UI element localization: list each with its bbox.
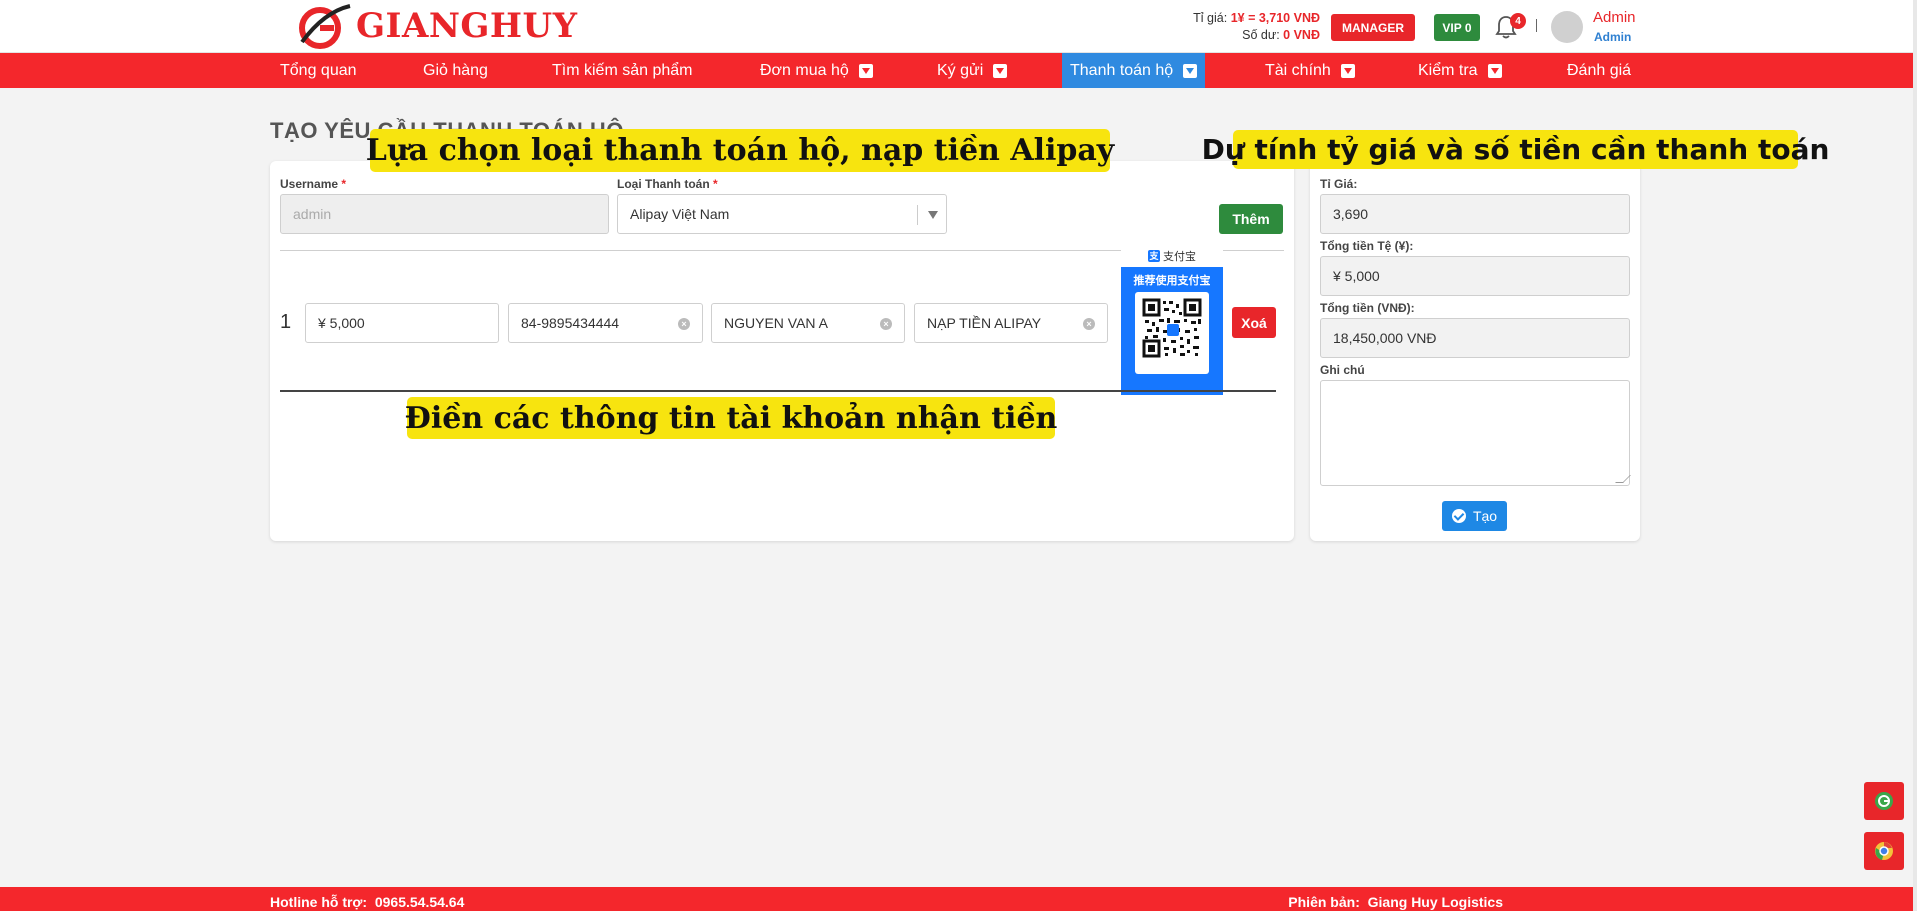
annotation-payment-type: Lựa chọn loại thanh toán hộ, nạp tiền Al… bbox=[366, 129, 1114, 172]
nav-label: Thanh toán hộ bbox=[1070, 61, 1174, 79]
alipay-brand: 支付宝 bbox=[1163, 251, 1196, 263]
version-label: Phiên bản: bbox=[1288, 894, 1360, 910]
logo-icon bbox=[299, 4, 351, 49]
float-browser-button[interactable] bbox=[1864, 832, 1904, 870]
nav-label: Kiểm tra bbox=[1418, 61, 1478, 79]
caret-down-icon bbox=[1340, 63, 1355, 78]
top-bar: GIANGHUY Tỉ giá: 1¥ = 3,710 VNĐ Số dư: 0… bbox=[0, 0, 1917, 53]
main-nav: Tổng quan Giỏ hàng Tìm kiếm sản phẩm Đơn… bbox=[0, 53, 1917, 88]
create-button-label: Tạo bbox=[1472, 508, 1498, 524]
rate-label: Tỉ Giá: bbox=[1320, 177, 1358, 191]
version: Phiên bản: Giang Huy Logistics bbox=[1288, 894, 1503, 910]
caret-down-icon bbox=[858, 63, 873, 78]
note-textarea[interactable] bbox=[1320, 380, 1631, 486]
add-row-button[interactable]: Thêm bbox=[1219, 204, 1283, 234]
chevron-down-icon bbox=[928, 211, 938, 219]
rate-value: 1¥ = 3,710 VNĐ bbox=[1230, 11, 1320, 25]
total-cny-label: Tổng tiền Tệ (¥): bbox=[1320, 239, 1414, 253]
delete-row-button[interactable]: Xoá bbox=[1232, 307, 1276, 338]
avatar[interactable] bbox=[1551, 11, 1583, 43]
nav-label: Tìm kiếm sản phẩm bbox=[552, 61, 693, 79]
alipay-header: 支 支付宝 bbox=[1121, 245, 1223, 267]
user-role: Admin bbox=[1594, 30, 1632, 44]
clear-icon[interactable]: × bbox=[678, 318, 690, 330]
nav-item-check[interactable]: Kiểm tra bbox=[1410, 53, 1510, 88]
nav-label: Ký gửi bbox=[937, 61, 984, 79]
row-divider bbox=[280, 390, 1276, 392]
nav-item-payment[interactable]: Thanh toán hộ bbox=[1062, 53, 1206, 88]
logo-text: GIANGHUY bbox=[356, 6, 578, 46]
nav-item-overview[interactable]: Tổng quan bbox=[272, 53, 365, 88]
scrollbar[interactable] bbox=[1913, 0, 1917, 911]
annotation-estimate: Dự tính tỷ giá và số tiền cần thanh toán bbox=[1202, 130, 1829, 169]
hotline-label: Hotline hỗ trợ: bbox=[270, 894, 368, 910]
annotation-account-info: Điền các thông tin tài khoản nhận tiền bbox=[405, 397, 1057, 439]
logo-icon bbox=[1875, 792, 1893, 810]
rate-field[interactable]: 3,690 bbox=[1320, 194, 1630, 234]
divider bbox=[1536, 19, 1537, 32]
total-vnd-label: Tổng tiền (VNĐ): bbox=[1320, 301, 1415, 315]
payment-type-value: Alipay Việt Nam bbox=[630, 206, 730, 222]
nav-item-consignment[interactable]: Ký gửi bbox=[929, 53, 1015, 88]
caret-down-icon bbox=[1487, 63, 1502, 78]
clear-icon[interactable]: × bbox=[1083, 318, 1095, 330]
footer: Hotline hỗ trợ: 0965.54.54.64 Phiên bản:… bbox=[0, 887, 1917, 911]
account-number-value: 84-9895434444 bbox=[521, 315, 620, 331]
payment-type-label: Loại Thanh toán * bbox=[617, 177, 718, 191]
caret-down-icon bbox=[993, 63, 1008, 78]
nav-label: Giỏ hàng bbox=[423, 61, 488, 79]
payment-type-select[interactable]: Alipay Việt Nam bbox=[617, 194, 947, 234]
nav-label: Đơn mua hộ bbox=[760, 61, 849, 79]
nav-label: Đánh giá bbox=[1567, 61, 1632, 79]
total-cny-field[interactable]: ¥ 5,000 bbox=[1320, 256, 1630, 296]
nav-item-review[interactable]: Đánh giá bbox=[1559, 53, 1639, 88]
notification-count: 4 bbox=[1510, 13, 1526, 29]
nav-item-orders[interactable]: Đơn mua hộ bbox=[752, 53, 881, 88]
note-label: Ghi chú bbox=[1320, 363, 1365, 377]
alipay-qr-card[interactable]: 推荐使用支付宝 bbox=[1121, 267, 1223, 395]
username-label: Username * bbox=[280, 177, 347, 191]
resize-handle[interactable] bbox=[1615, 475, 1631, 483]
version-value: Giang Huy Logistics bbox=[1367, 894, 1503, 910]
hotline-number[interactable]: 0965.54.54.64 bbox=[375, 894, 465, 910]
float-logo-button[interactable] bbox=[1864, 782, 1904, 820]
vip-badge[interactable]: VIP 0 bbox=[1434, 14, 1480, 41]
qr-code-icon bbox=[1135, 292, 1209, 374]
username-field[interactable]: admin bbox=[280, 194, 609, 234]
account-name-value: NGUYEN VAN A bbox=[724, 315, 828, 331]
select-divider bbox=[917, 205, 918, 225]
create-button[interactable]: Tạo bbox=[1442, 501, 1507, 531]
rate-label: Tỉ giá: bbox=[1193, 11, 1228, 25]
row-index: 1 bbox=[280, 311, 292, 333]
balance-value: 0 VNĐ bbox=[1283, 28, 1320, 42]
balance-label: Số dư: bbox=[1242, 28, 1280, 42]
transfer-note-value: NẠP TIỀN ALIPAY bbox=[927, 315, 1042, 331]
hotline: Hotline hỗ trợ: 0965.54.54.64 bbox=[270, 894, 464, 910]
transfer-note-input[interactable]: NẠP TIỀN ALIPAY × bbox=[914, 303, 1108, 343]
account-name-input[interactable]: NGUYEN VAN A × bbox=[711, 303, 905, 343]
rate-info: Tỉ giá: 1¥ = 3,710 VNĐ Số dư: 0 VNĐ bbox=[1100, 10, 1320, 44]
site-logo[interactable]: GIANGHUY bbox=[294, 2, 577, 50]
nav-label: Tài chính bbox=[1265, 61, 1331, 79]
nav-item-search[interactable]: Tìm kiếm sản phẩm bbox=[544, 53, 700, 88]
check-circle-icon bbox=[1451, 509, 1466, 523]
user-name[interactable]: Admin bbox=[1593, 9, 1636, 26]
nav-label: Tổng quan bbox=[280, 61, 357, 79]
manager-button[interactable]: MANAGER bbox=[1331, 14, 1415, 41]
clear-icon[interactable]: × bbox=[880, 318, 892, 330]
total-vnd-field[interactable]: 18,450,000 VNĐ bbox=[1320, 318, 1630, 358]
alipay-icon: 支 bbox=[1148, 250, 1160, 262]
chrome-icon bbox=[1875, 842, 1893, 860]
nav-item-finance[interactable]: Tài chính bbox=[1257, 53, 1363, 88]
nav-item-cart[interactable]: Giỏ hàng bbox=[415, 53, 496, 88]
account-number-input[interactable]: 84-9895434444 × bbox=[508, 303, 703, 343]
caret-down-icon bbox=[1183, 63, 1198, 78]
alipay-title: 推荐使用支付宝 bbox=[1133, 275, 1211, 287]
amount-input[interactable]: ¥ 5,000 bbox=[305, 303, 499, 343]
